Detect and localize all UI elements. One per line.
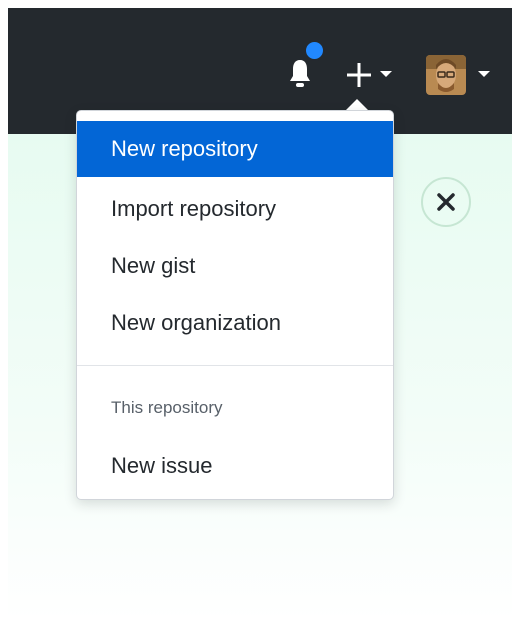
menu-item-new-repository[interactable]: New repository (77, 121, 393, 177)
user-menu-button[interactable] (426, 55, 498, 95)
dropdown-caret (346, 99, 368, 110)
bell-icon (290, 60, 310, 87)
close-icon (437, 193, 455, 211)
dismiss-button[interactable] (421, 177, 471, 227)
chevron-down-icon (478, 71, 490, 77)
menu-item-import-repository[interactable]: Import repository (77, 181, 393, 237)
menu-item-new-gist[interactable]: New gist (77, 238, 393, 294)
avatar (426, 55, 466, 95)
plus-icon (347, 63, 371, 87)
notifications-button[interactable] (288, 57, 312, 89)
menu-item-new-issue[interactable]: New issue (77, 438, 393, 494)
menu-section-header: This repository (111, 398, 223, 417)
menu-item-new-organization[interactable]: New organization (77, 295, 393, 351)
menu-divider (77, 365, 393, 366)
create-new-dropdown-menu: New repository Import repository New gis… (76, 110, 394, 500)
chevron-down-icon (380, 71, 392, 77)
create-new-button[interactable] (344, 58, 400, 92)
page: New repository Import repository New gis… (0, 0, 512, 620)
notification-indicator (304, 40, 325, 61)
